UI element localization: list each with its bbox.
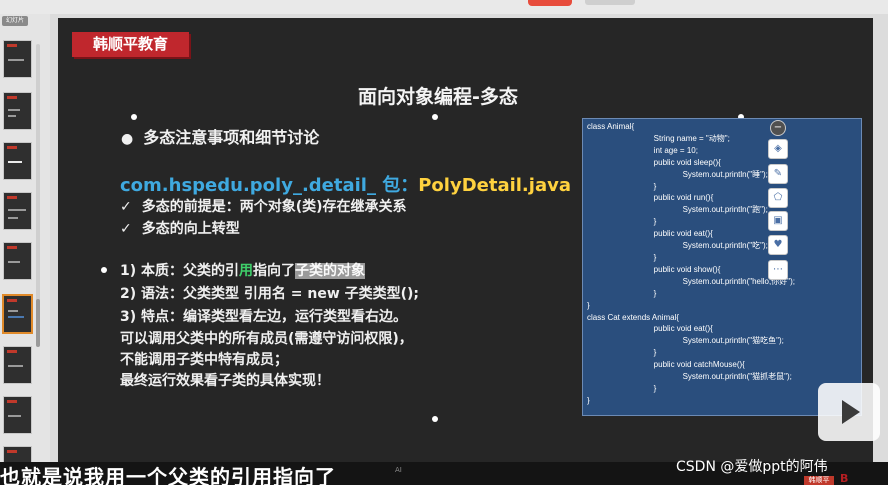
ai-badge: AI	[395, 466, 402, 474]
slide-thumbnail[interactable]	[3, 92, 32, 130]
play-icon[interactable]	[818, 383, 880, 441]
point-syntax: 2) 语法：父类类型 引用名 = new 子类类型();	[120, 286, 420, 302]
point-feature-line: 不能调用子类中特有成员；	[120, 352, 288, 368]
bulb-icon[interactable]: ♥	[768, 235, 788, 255]
code-listing: class Animal{ String name = "动物"; int ag…	[587, 122, 795, 405]
toolbar-action-button[interactable]	[528, 0, 572, 6]
slide-title[interactable]: 面向对象编程-多态	[318, 82, 558, 109]
check-icon: ✓	[120, 199, 132, 215]
resize-handle[interactable]	[432, 416, 438, 422]
csdn-watermark: CSDN @爱做ppt的阿伟	[676, 459, 828, 475]
platform-icon: B	[840, 472, 849, 485]
bullet-icon: ●	[121, 131, 134, 147]
layers-icon[interactable]: ◈	[768, 139, 788, 159]
shape-icon[interactable]: ⬠	[768, 188, 788, 208]
pen-icon[interactable]: ✎	[768, 164, 788, 184]
point-essence: 1) 本质：父类的引用指向了子类的对象	[120, 263, 366, 279]
more-icon[interactable]: ⋯	[768, 260, 788, 280]
rail-header: 幻灯片	[2, 16, 28, 26]
slide-thumbnail[interactable]	[3, 192, 32, 230]
package-name: com.hspedu.poly_.detail_ 包：	[120, 175, 419, 196]
point-feature-line: 最终运行效果看子类的具体实现！	[120, 373, 330, 389]
slide-thumbnail[interactable]	[3, 346, 32, 384]
brand-logo: 韩顺平教育	[72, 32, 189, 57]
highlighted-text: 子类的对象	[295, 263, 366, 279]
video-subtitle: 也就是说我用一个父类的引用指向了	[0, 465, 336, 485]
top-toolbar	[0, 0, 888, 14]
package-path: com.hspedu.poly_.detail_ 包：PolyDetail.ja…	[120, 171, 571, 197]
floating-toolbar: − ◈ ✎ ⬠ ▣ ♥ ⋯	[768, 118, 790, 408]
check-item: ✓ 多态的前提是：两个对象(类)存在继承关系	[120, 199, 407, 215]
package-file: PolyDetail.java	[418, 175, 571, 196]
slide-thumbnail[interactable]	[3, 142, 32, 180]
check-icon: ✓	[120, 221, 132, 237]
point-feature: 3) 特点：编译类型看左边，运行类型看右边。	[120, 309, 408, 325]
slide-thumbnail-selected[interactable]	[2, 294, 33, 334]
scrollbar-thumb[interactable]	[36, 299, 40, 347]
uploader-tag: 韩顺平	[804, 476, 834, 485]
point-feature-line: 可以调用父类中的所有成员(需遵守访问权限)，	[120, 331, 413, 347]
code-box[interactable]: class Animal{ String name = "动物"; int ag…	[582, 118, 862, 416]
check-item: ✓ 多态的向上转型	[120, 221, 240, 237]
crop-icon[interactable]: ▣	[768, 211, 788, 231]
slide-thumbnail[interactable]	[3, 396, 32, 434]
presentation-window: 幻灯片 韩顺平教育 面向对象编程-多态 ● 多态注意事项和细节讨论 com.hsp…	[0, 0, 888, 485]
resize-handle[interactable]	[101, 267, 107, 273]
resize-handle[interactable]	[131, 114, 137, 120]
section-heading: ● 多态注意事项和细节讨论	[121, 128, 320, 147]
slide-thumbnail[interactable]	[3, 242, 32, 280]
slide-thumbnail[interactable]	[3, 40, 32, 78]
minus-icon[interactable]: −	[770, 120, 786, 136]
slide-canvas: 韩顺平教育 面向对象编程-多态 ● 多态注意事项和细节讨论 com.hspedu.…	[58, 18, 873, 478]
text-cursor: 用	[239, 263, 254, 279]
resize-handle[interactable]	[432, 114, 438, 120]
slide-thumbnail-rail: 幻灯片	[0, 14, 50, 485]
rail-scrollbar[interactable]	[36, 44, 40, 347]
toolbar-menu-button[interactable]	[585, 0, 635, 5]
